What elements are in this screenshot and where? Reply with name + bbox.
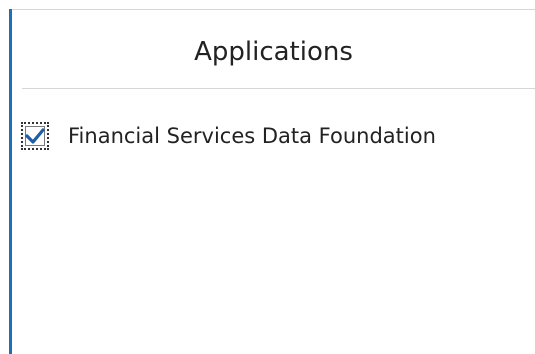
applications-panel: Applications Financial Services Data Fou…	[0, 0, 535, 354]
title-divider	[22, 88, 535, 89]
top-divider	[12, 9, 535, 10]
panel-title: Applications	[194, 37, 353, 67]
checkmark-icon	[25, 128, 45, 144]
application-item[interactable]: Financial Services Data Foundation	[21, 117, 436, 155]
application-label: Financial Services Data Foundation	[68, 124, 436, 148]
application-checkbox[interactable]	[21, 122, 49, 150]
